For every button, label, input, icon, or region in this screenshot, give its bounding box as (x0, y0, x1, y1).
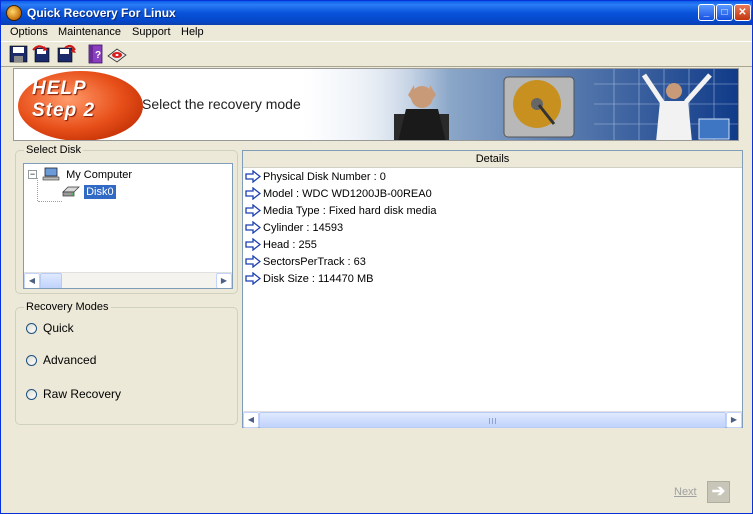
menu-support[interactable]: Support (132, 26, 171, 38)
minimize-button[interactable]: _ (698, 4, 715, 21)
disk-tree-view[interactable]: − My Computer Disk0 ◀ ▶ (23, 163, 233, 289)
scroll-grip (489, 418, 496, 424)
help-book-icon[interactable]: ? (85, 44, 107, 64)
maximize-button[interactable]: □ (716, 4, 733, 21)
window-title: Quick Recovery For Linux (27, 6, 176, 20)
tree-item-label: My Computer (66, 169, 133, 181)
tree-collapse-toggle[interactable]: − (28, 170, 37, 179)
close-button[interactable]: ✕ (734, 4, 751, 21)
detail-text: Model : WDC WD1200JB-00REA0 (263, 188, 432, 200)
transfer-icon[interactable] (55, 44, 77, 64)
detail-text: SectorsPerTrack : 63 (263, 256, 366, 268)
detail-row: Media Type : Fixed hard disk media (245, 204, 436, 218)
radio-button[interactable] (26, 323, 37, 334)
radio-quick[interactable]: Quick (26, 321, 74, 335)
radio-raw-recovery[interactable]: Raw Recovery (26, 387, 121, 401)
help-badge-text: HELP Step 2 (32, 78, 95, 122)
radio-label: Advanced (43, 353, 97, 367)
radio-button[interactable] (26, 355, 37, 366)
detail-text: Physical Disk Number : 0 (263, 171, 386, 183)
tree-item-disk0[interactable]: Disk0 (62, 184, 116, 201)
svg-text:?: ? (95, 50, 101, 61)
scroll-left-button[interactable]: ◀ (243, 412, 259, 428)
computer-icon (42, 167, 60, 184)
next-button[interactable]: ➔ (707, 481, 730, 503)
disk-icon[interactable] (106, 44, 128, 64)
recovery-modes-label: Recovery Modes (24, 301, 111, 313)
scroll-right-button[interactable]: ▶ (726, 412, 742, 428)
tree-line (38, 201, 62, 202)
recover-icon[interactable] (31, 44, 53, 64)
app-window: Quick Recovery For Linux _ □ ✕ Options M… (0, 0, 753, 514)
app-icon[interactable] (6, 5, 22, 21)
detail-row: Cylinder : 14593 (245, 221, 343, 235)
radio-label: Quick (43, 321, 74, 335)
select-disk-group: Select Disk − My Computer Disk0 ◀ ▶ (15, 144, 238, 294)
arrow-right-icon (245, 204, 261, 217)
detail-row: Head : 255 (245, 238, 317, 252)
scroll-thumb[interactable] (259, 412, 726, 428)
details-header: Details (243, 151, 742, 168)
toolbar: ? (1, 41, 752, 67)
save-icon[interactable] (8, 44, 30, 64)
details-panel[interactable]: Details Physical Disk Number : 0 Model :… (242, 150, 743, 428)
radio-button[interactable] (26, 389, 37, 400)
recovery-modes-group: Recovery Modes Quick Advanced Raw Recove… (15, 301, 238, 425)
tree-item-label: Disk0 (84, 185, 116, 199)
banner-photo (354, 69, 738, 140)
help-word: HELP (32, 78, 87, 99)
arrow-right-icon (245, 272, 261, 285)
radio-label: Raw Recovery (43, 387, 122, 401)
arrow-right-icon (245, 187, 261, 200)
banner-caption: Select the recovery mode (142, 96, 301, 112)
detail-row: Physical Disk Number : 0 (245, 170, 386, 184)
tree-line (37, 178, 38, 201)
menu-maintenance[interactable]: Maintenance (58, 26, 121, 38)
title-bar[interactable]: Quick Recovery For Linux _ □ ✕ (1, 1, 752, 25)
step-word: Step 2 (32, 100, 96, 121)
detail-text: Cylinder : 14593 (263, 222, 344, 234)
scroll-right-button[interactable]: ▶ (216, 273, 232, 288)
detail-text: Head : 255 (263, 239, 317, 251)
scroll-left-button[interactable]: ◀ (24, 273, 40, 288)
detail-row: Model : WDC WD1200JB-00REA0 (245, 187, 432, 201)
scroll-thumb[interactable] (40, 273, 62, 288)
tree-item-my-computer[interactable]: My Computer (42, 167, 132, 184)
tree-horizontal-scrollbar[interactable]: ◀ ▶ (24, 272, 232, 288)
menu-bar: Options Maintenance Support Help (1, 25, 752, 41)
detail-text: Media Type : Fixed hard disk media (263, 205, 437, 217)
detail-row: Disk Size : 114470 MB (245, 272, 373, 286)
arrow-right-icon (245, 255, 261, 268)
arrow-right-icon (245, 221, 261, 234)
next-label[interactable]: Next (674, 486, 697, 498)
menu-options[interactable]: Options (10, 26, 48, 38)
select-disk-label: Select Disk (24, 144, 84, 156)
menu-help[interactable]: Help (181, 26, 204, 38)
help-banner: HELP Step 2 Select the recovery mode (13, 68, 739, 141)
hard-drive-icon (62, 184, 80, 201)
radio-advanced[interactable]: Advanced (26, 353, 96, 367)
detail-row: SectorsPerTrack : 63 (245, 255, 366, 269)
detail-text: Disk Size : 114470 MB (263, 273, 374, 285)
arrow-right-icon (245, 238, 261, 251)
details-horizontal-scrollbar[interactable]: ◀ ▶ (243, 411, 742, 428)
arrow-right-icon (245, 170, 261, 183)
